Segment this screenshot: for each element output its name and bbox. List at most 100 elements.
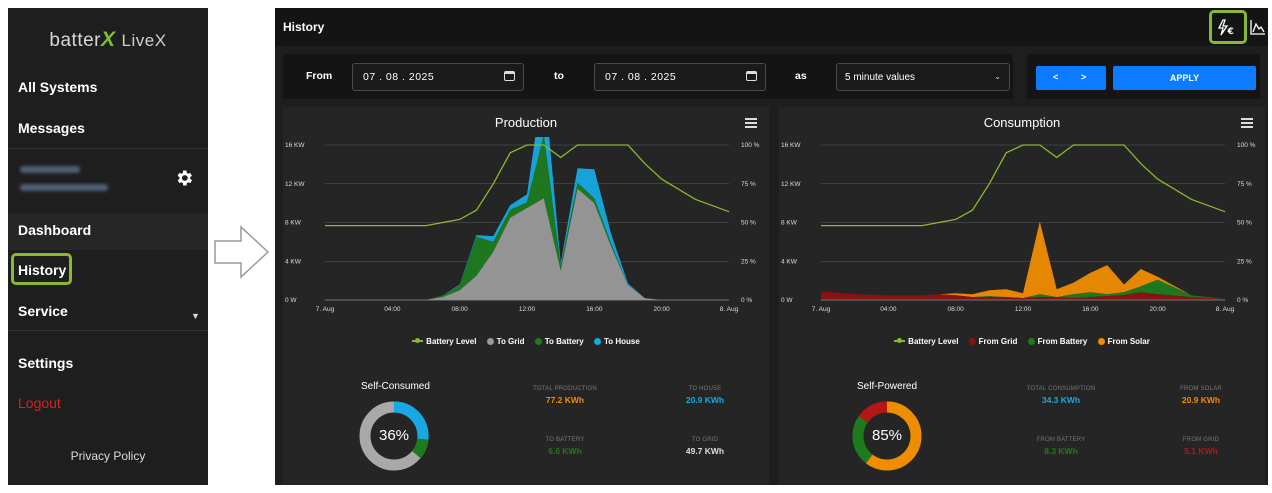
system-name-redacted	[20, 184, 108, 191]
chart-icon[interactable]	[1250, 19, 1266, 35]
total-production-value: 77.2 KWh	[545, 395, 585, 405]
top-bar: History €	[275, 8, 1268, 46]
to-date-input[interactable]: 07 . 08 . 2025	[594, 63, 766, 91]
sidebar-item-logout[interactable]: Logout	[18, 395, 61, 411]
x-tick-label: 8. Aug	[1216, 306, 1235, 313]
sidebar-item-history[interactable]: History	[18, 262, 66, 278]
from-battery-label: FROM BATTERY	[1036, 437, 1086, 443]
y2-tick-label: 50 %	[1237, 220, 1252, 227]
svg-text:€: €	[1227, 27, 1234, 36]
from-solar-value: 20.9 KWh	[1181, 395, 1221, 405]
to-house-value: 20.9 KWh	[685, 395, 725, 405]
to-grid-label: TO GRID	[691, 437, 719, 443]
logo-brand: batter	[49, 30, 102, 51]
from-grid-value: 5.1 KWh	[1184, 446, 1218, 456]
from-date-value: 07 . 08 . 2025	[363, 71, 435, 83]
prev-next-button[interactable]: < >	[1036, 66, 1106, 90]
x-tick-label: 12:00	[519, 306, 536, 313]
menu-icon[interactable]	[1241, 118, 1253, 128]
history-app: History € From 07 . 08 . 2025 to 07 . 08…	[275, 8, 1268, 485]
interval-select[interactable]: 5 minute values ⌄	[836, 63, 1010, 91]
production-chart: 16 KW 100 % 12 KW 75 % 8 KW 50 % 4 KW 25 % 0 W 0 …	[285, 137, 760, 313]
batterx-logo: batterX LiveX	[8, 28, 208, 52]
y2-tick-label: 75 %	[1237, 181, 1252, 188]
x-tick-label: 16:00	[586, 306, 603, 313]
from-solar-label: FROM SOLAR	[1180, 386, 1222, 392]
y-tick-label: 0 W	[781, 297, 793, 304]
caret-down-icon[interactable]: ▼	[191, 311, 200, 321]
self-consumed-title: Self-Consumed	[361, 381, 430, 392]
x-tick-label: 04:00	[880, 306, 897, 313]
calendar-icon[interactable]	[746, 71, 757, 81]
y2-tick-label: 0 %	[1237, 297, 1248, 304]
next-button[interactable]: >	[1081, 72, 1086, 82]
sidebar-item-settings[interactable]: Settings	[18, 355, 73, 371]
from-grid-label: FROM GRID	[1182, 437, 1220, 443]
self-powered-percent: 85%	[871, 427, 903, 444]
apply-button[interactable]: APPLY	[1113, 66, 1256, 90]
from-date-input[interactable]: 07 . 08 . 2025	[352, 63, 524, 91]
legend-item[interactable]: Battery Level	[894, 337, 958, 346]
y2-tick-label: 75 %	[741, 181, 756, 188]
production-title: Production	[494, 115, 558, 130]
total-consumption-value: 34.3 KWh	[1041, 395, 1081, 405]
y-tick-label: 0 W	[285, 297, 297, 304]
to-house-label: TO HOUSE	[688, 386, 722, 392]
battery-level-line	[821, 144, 1226, 227]
legend-item[interactable]: To Grid	[486, 337, 525, 346]
consumption-panel: Consumption 16 KW 100 % 12 KW 75 % 8 KW 50 % 4…	[779, 107, 1265, 485]
x-tick-label: 20:00	[1150, 306, 1167, 313]
y-tick-label: 12 KW	[781, 181, 801, 188]
sidebar-item-messages[interactable]: Messages	[18, 120, 85, 136]
divider	[8, 148, 208, 149]
y2-tick-label: 50 %	[741, 220, 756, 227]
logo-x: X	[101, 28, 116, 51]
logo-suffix: LiveX	[121, 31, 167, 50]
y2-tick-label: 25 %	[1237, 258, 1252, 265]
sidebar-item-all-systems[interactable]: All Systems	[18, 79, 97, 95]
x-tick-label: 08:00	[452, 306, 469, 313]
chevron-down-icon: ⌄	[994, 72, 1001, 81]
menu-icon[interactable]	[745, 118, 757, 128]
legend-item[interactable]: To House	[593, 337, 640, 346]
y-tick-label: 4 KW	[285, 258, 302, 265]
gear-icon[interactable]	[174, 168, 194, 188]
legend-item[interactable]: From Battery	[1027, 337, 1087, 346]
legend-item[interactable]: To Battery	[534, 337, 584, 346]
consumption-chart: 16 KW 100 % 12 KW 75 % 8 KW 50 % 4 KW 25 % 0 W 0 …	[781, 142, 1256, 313]
sidebar-item-dashboard[interactable]: Dashboard	[18, 222, 91, 238]
y-tick-label: 16 KW	[781, 142, 801, 149]
y2-tick-label: 100 %	[741, 142, 760, 149]
sidebar-item-service[interactable]: Service	[18, 303, 68, 319]
privacy-policy-link[interactable]: Privacy Policy	[8, 449, 208, 463]
to-grid-value: 49.7 KWh	[685, 446, 725, 456]
x-tick-label: 12:00	[1015, 306, 1032, 313]
system-id-redacted	[20, 166, 80, 173]
y-tick-label: 16 KW	[285, 142, 305, 149]
x-tick-label: 20:00	[654, 306, 671, 313]
energy-cost-icon[interactable]: €	[1217, 19, 1239, 36]
x-tick-label: 7. Aug	[812, 306, 831, 313]
consumption-legend: Battery Level From Grid From Battery Fro…	[779, 337, 1265, 346]
legend-item[interactable]: From Grid	[968, 337, 1017, 346]
x-tick-label: 04:00	[384, 306, 401, 313]
y-tick-label: 8 KW	[285, 220, 302, 227]
y2-tick-label: 0 %	[741, 297, 752, 304]
x-tick-label: 16:00	[1082, 306, 1099, 313]
production-legend: Battery Level To Grid To Battery To Hous…	[283, 337, 769, 346]
total-production-label: TOTAL PRODUCTION	[533, 386, 597, 392]
sidebar: batterX LiveX All Systems Messages Dashbo…	[8, 8, 208, 485]
as-label: as	[795, 70, 807, 82]
prev-button[interactable]: <	[1053, 72, 1058, 82]
y-tick-label: 4 KW	[781, 258, 798, 265]
x-tick-label: 08:00	[948, 306, 965, 313]
calendar-icon[interactable]	[504, 71, 515, 81]
to-date-value: 07 . 08 . 2025	[605, 71, 677, 83]
self-consumed-percent: 36%	[378, 427, 410, 444]
legend-item[interactable]: From Solar	[1097, 337, 1150, 346]
total-consumption-label: TOTAL CONSUMPTION	[1026, 386, 1096, 392]
x-tick-label: 8. Aug	[720, 306, 739, 313]
legend-item[interactable]: Battery Level	[412, 337, 476, 346]
production-panel: Production 16 KW 100 % 12 KW 75 % 8 KW 50 % 4 …	[283, 107, 769, 485]
to-battery-label: TO BATTERY	[545, 437, 585, 443]
